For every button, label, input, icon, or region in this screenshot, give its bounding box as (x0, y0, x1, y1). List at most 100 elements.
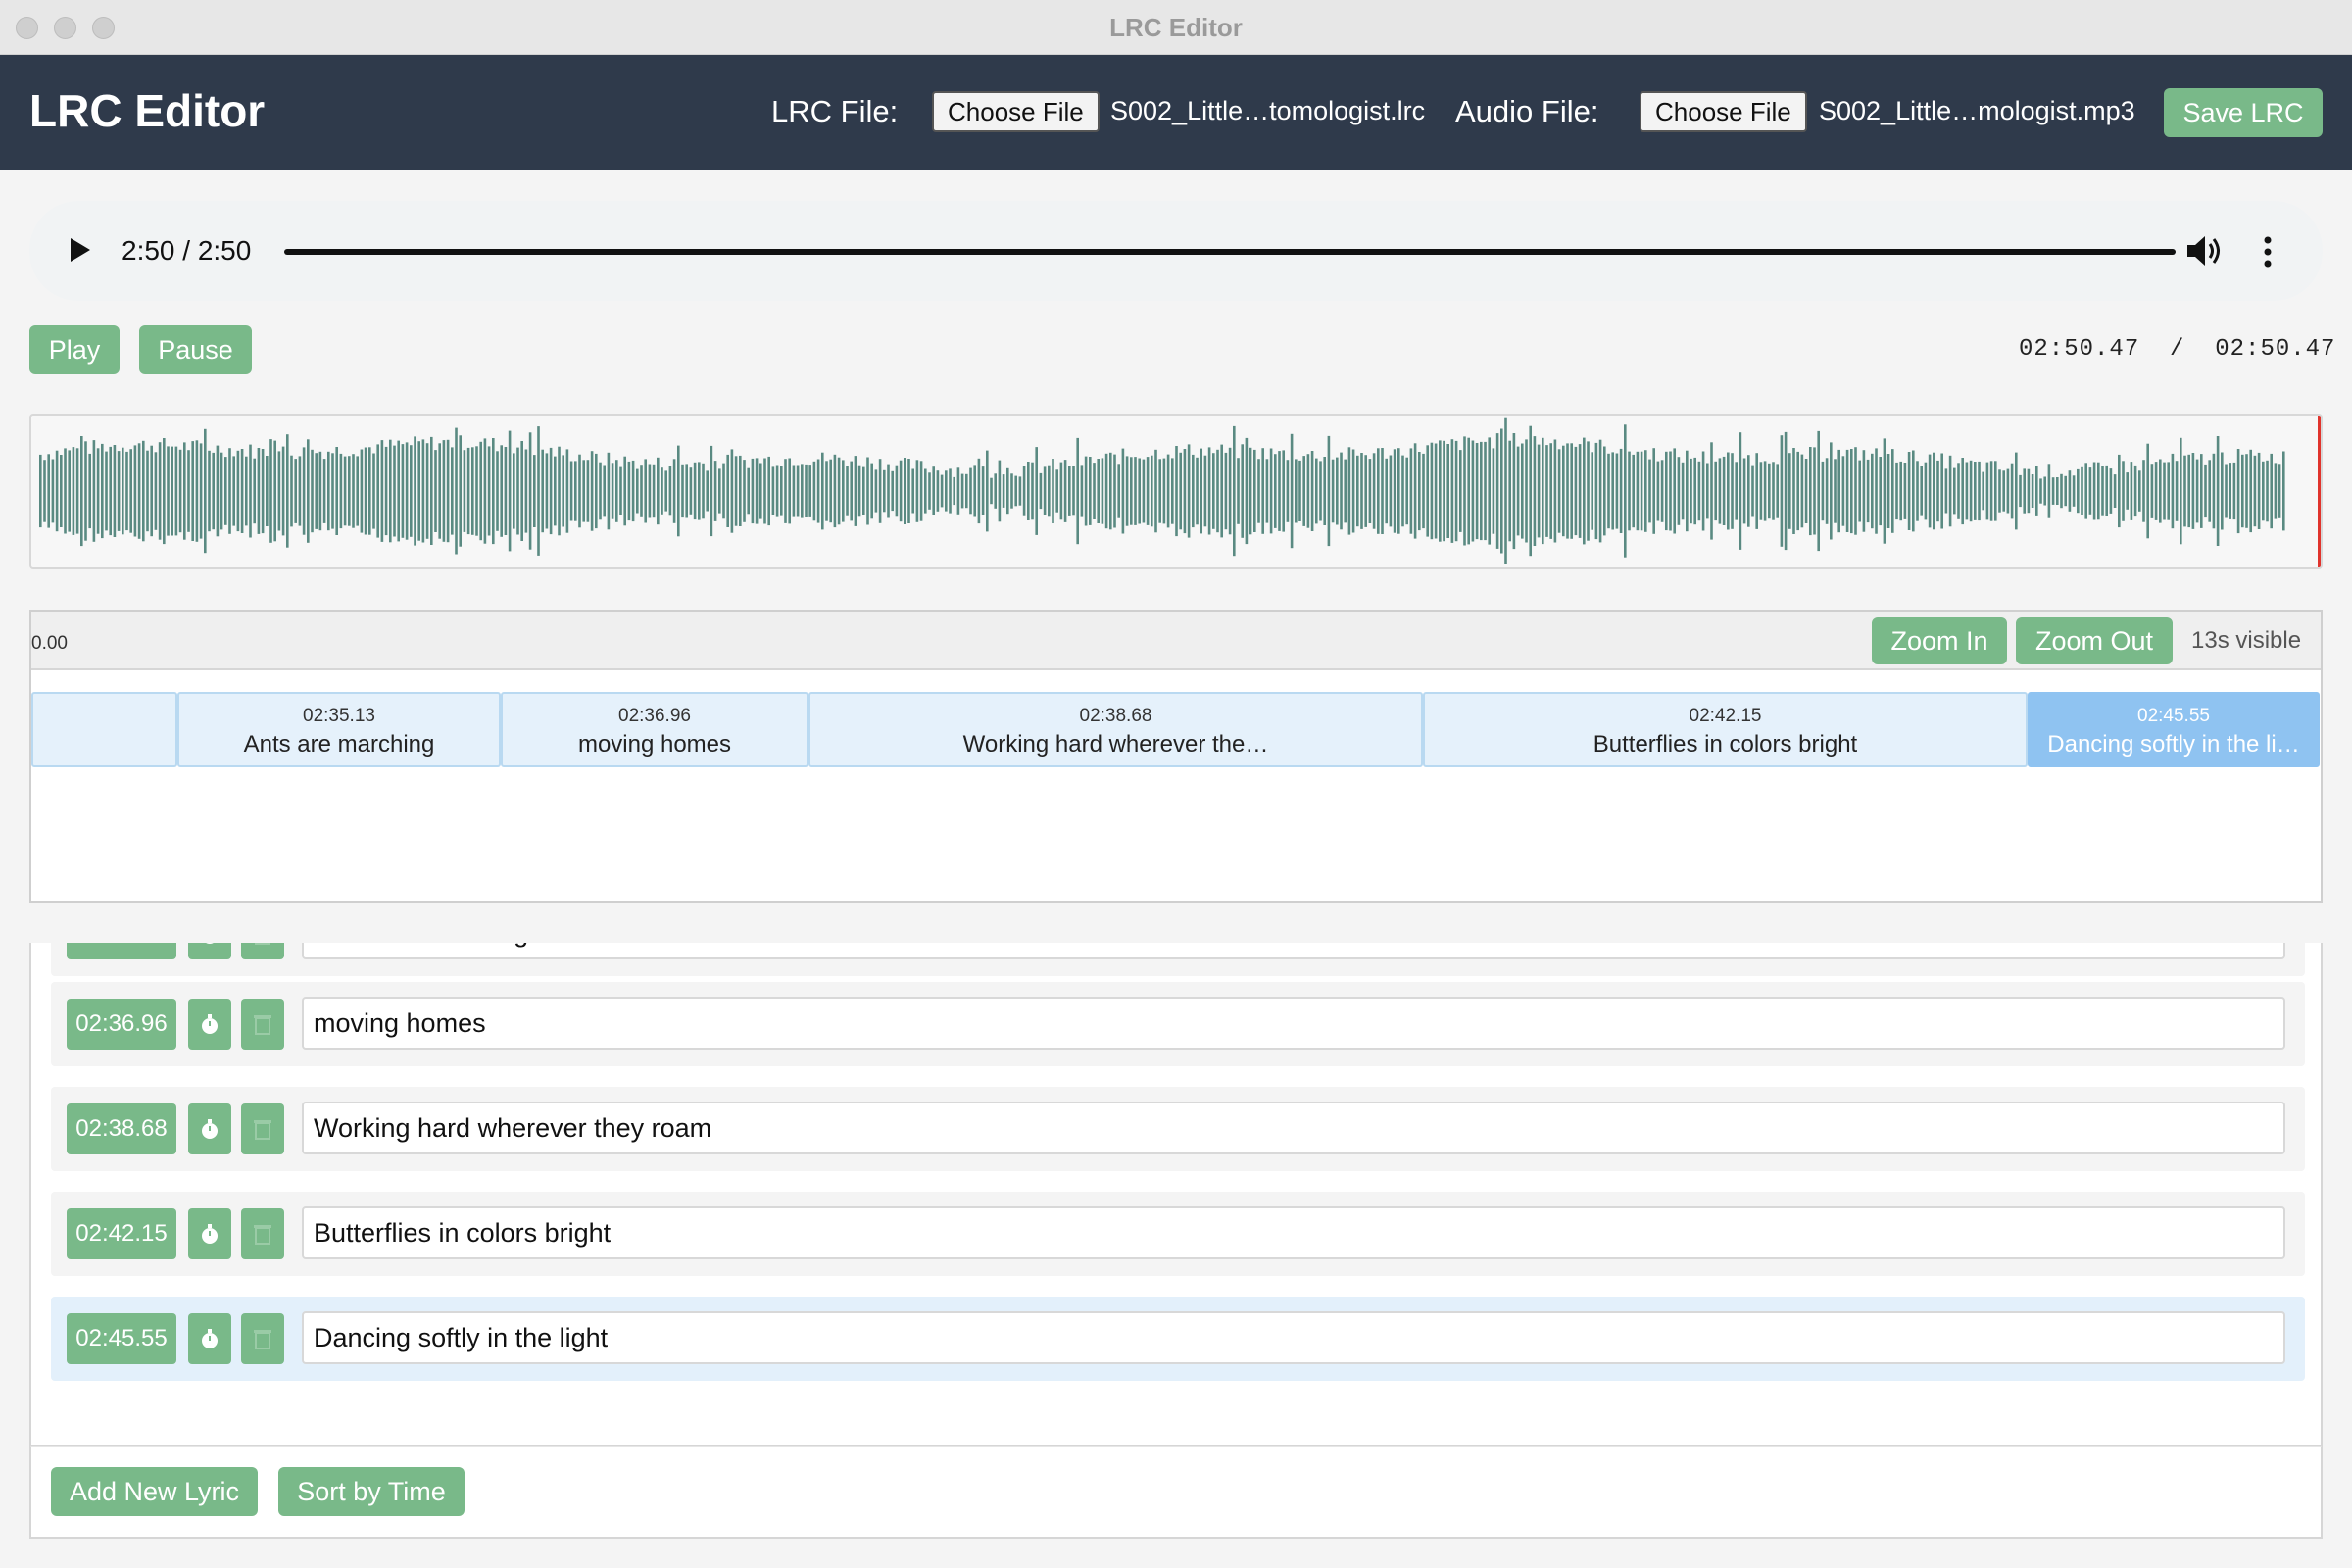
waveform-bar (1673, 448, 1676, 534)
lyric-time-button[interactable]: 02:42.15 (67, 1208, 176, 1259)
waveform-bar (1315, 458, 1318, 524)
lyric-text-input[interactable] (302, 997, 2285, 1050)
waveform-bar (1492, 448, 1495, 534)
waveform-bar (1351, 449, 1355, 533)
waveform-bar (212, 452, 215, 530)
waveform-bar (224, 457, 227, 525)
lyrics-list[interactable]: 02:35.13 02:36.96 02:38.68 02:42.15 02:4… (29, 943, 2323, 1446)
audio-choose-file-button[interactable]: Choose File (1640, 91, 1807, 132)
trash-icon[interactable] (241, 1103, 284, 1154)
waveform-bar (1409, 448, 1413, 534)
waveform-bar (1660, 460, 1664, 522)
lrc-choose-file-button[interactable]: Choose File (932, 91, 1100, 132)
trash-icon[interactable] (241, 999, 284, 1050)
waveform-bar (1557, 449, 1561, 533)
add-new-lyric-button[interactable]: Add New Lyric (51, 1467, 258, 1516)
lyric-time-button[interactable]: 02:36.96 (67, 999, 176, 1050)
waveform-bar (2002, 470, 2005, 512)
segment-text: Ants are marching (243, 731, 435, 758)
waveform-bar (919, 461, 923, 521)
waveform-bar (1052, 459, 1054, 523)
lyric-text-input[interactable] (302, 1311, 2285, 1364)
volume-icon[interactable] (2185, 234, 2225, 268)
waveform-bar (936, 470, 940, 512)
waveform-bar (414, 436, 416, 546)
lyric-row: 02:42.15 (51, 1192, 2305, 1276)
lyric-text-input[interactable] (302, 943, 2285, 959)
play-icon[interactable] (71, 238, 90, 262)
play-button[interactable]: Play (29, 325, 120, 374)
waveform-bar (1727, 452, 1730, 530)
waveform[interactable] (29, 414, 2323, 569)
waveform-bar (2064, 475, 2067, 507)
waveform-playhead[interactable] (2318, 416, 2321, 567)
trash-icon[interactable] (241, 943, 284, 959)
waveform-bar (2081, 466, 2083, 515)
waveform-bar (249, 444, 252, 538)
stopwatch-icon[interactable] (188, 1208, 231, 1259)
timeline-segment-active[interactable]: 02:45.55 Dancing softly in the li… (2028, 692, 2320, 767)
waveform-bar (393, 445, 396, 537)
waveform-bar (2146, 443, 2149, 539)
lyric-time-button[interactable]: 02:35.13 (67, 943, 176, 959)
waveform-bar (2035, 466, 2038, 516)
waveform-bar (1048, 465, 1051, 517)
waveform-bar (2282, 451, 2285, 531)
trash-icon[interactable] (241, 1208, 284, 1259)
waveform-bar (586, 460, 590, 522)
waveform-bar (240, 449, 244, 533)
waveform-bar (1385, 458, 1388, 524)
lyric-text-input[interactable] (302, 1102, 2285, 1154)
timeline-segment[interactable] (31, 692, 177, 767)
waveform-bar (2253, 455, 2257, 527)
trash-icon[interactable] (241, 1313, 284, 1364)
waveform-bar (1257, 459, 1260, 523)
waveform-bar (2180, 437, 2182, 545)
stopwatch-icon[interactable] (188, 1313, 231, 1364)
more-vertical-icon[interactable] (2262, 236, 2274, 268)
timeline-segment[interactable]: 02:35.13 Ants are marching (177, 692, 501, 767)
waveform-bar (1142, 459, 1146, 523)
waveform-bar (2221, 452, 2224, 530)
waveform-bar (2060, 473, 2063, 509)
waveform-bar (113, 445, 117, 537)
stopwatch-icon[interactable] (188, 1103, 231, 1154)
waveform-bar (1648, 459, 1651, 523)
waveform-bar (479, 441, 482, 541)
stopwatch-icon[interactable] (188, 999, 231, 1050)
waveform-bar (870, 463, 873, 519)
waveform-bar (1344, 459, 1347, 523)
waveform-bar (466, 447, 470, 535)
waveform-bar (174, 446, 178, 536)
waveform-bar (904, 458, 906, 524)
waveform-bar (569, 461, 573, 521)
save-lrc-button[interactable]: Save LRC (2164, 88, 2323, 137)
stopwatch-icon[interactable] (188, 943, 231, 959)
lyric-time-button[interactable]: 02:45.55 (67, 1313, 176, 1364)
zoom-in-button[interactable]: Zoom In (1872, 617, 2007, 664)
lyric-text-input[interactable] (302, 1206, 2285, 1259)
sort-by-time-button[interactable]: Sort by Time (278, 1467, 465, 1516)
app-header: LRC Editor LRC File: Choose File S002_Li… (0, 55, 2352, 170)
lrc-file-name: S002_Little…tomologist.lrc (1110, 96, 1426, 125)
timeline-segment[interactable]: 02:38.68 Working hard wherever the… (808, 692, 1423, 767)
waveform-bar (1533, 436, 1537, 546)
pause-button[interactable]: Pause (139, 325, 252, 374)
waveform-bar (1594, 442, 1598, 540)
waveform-bar (747, 467, 750, 514)
lyric-time-button[interactable]: 02:38.68 (67, 1103, 176, 1154)
waveform-bar (2183, 455, 2186, 527)
waveform-bar (228, 448, 231, 534)
zoom-out-button[interactable]: Zoom Out (2016, 617, 2173, 664)
timeline-segment[interactable]: 02:36.96 moving homes (501, 692, 808, 767)
waveform-bar (2113, 474, 2117, 508)
player-progress-bar[interactable] (284, 249, 2176, 255)
timeline[interactable]: 0.00 Zoom In Zoom Out 13s visible 02:35.… (29, 610, 2323, 903)
waveform-bar (43, 460, 46, 522)
waveform-bar (55, 450, 59, 532)
waveform-bar (664, 470, 667, 512)
waveform-bar (199, 443, 203, 539)
timeline-segment[interactable]: 02:42.15 Butterflies in colors bright (1423, 692, 2028, 767)
waveform-bar (257, 448, 261, 534)
waveform-bar (129, 449, 132, 533)
